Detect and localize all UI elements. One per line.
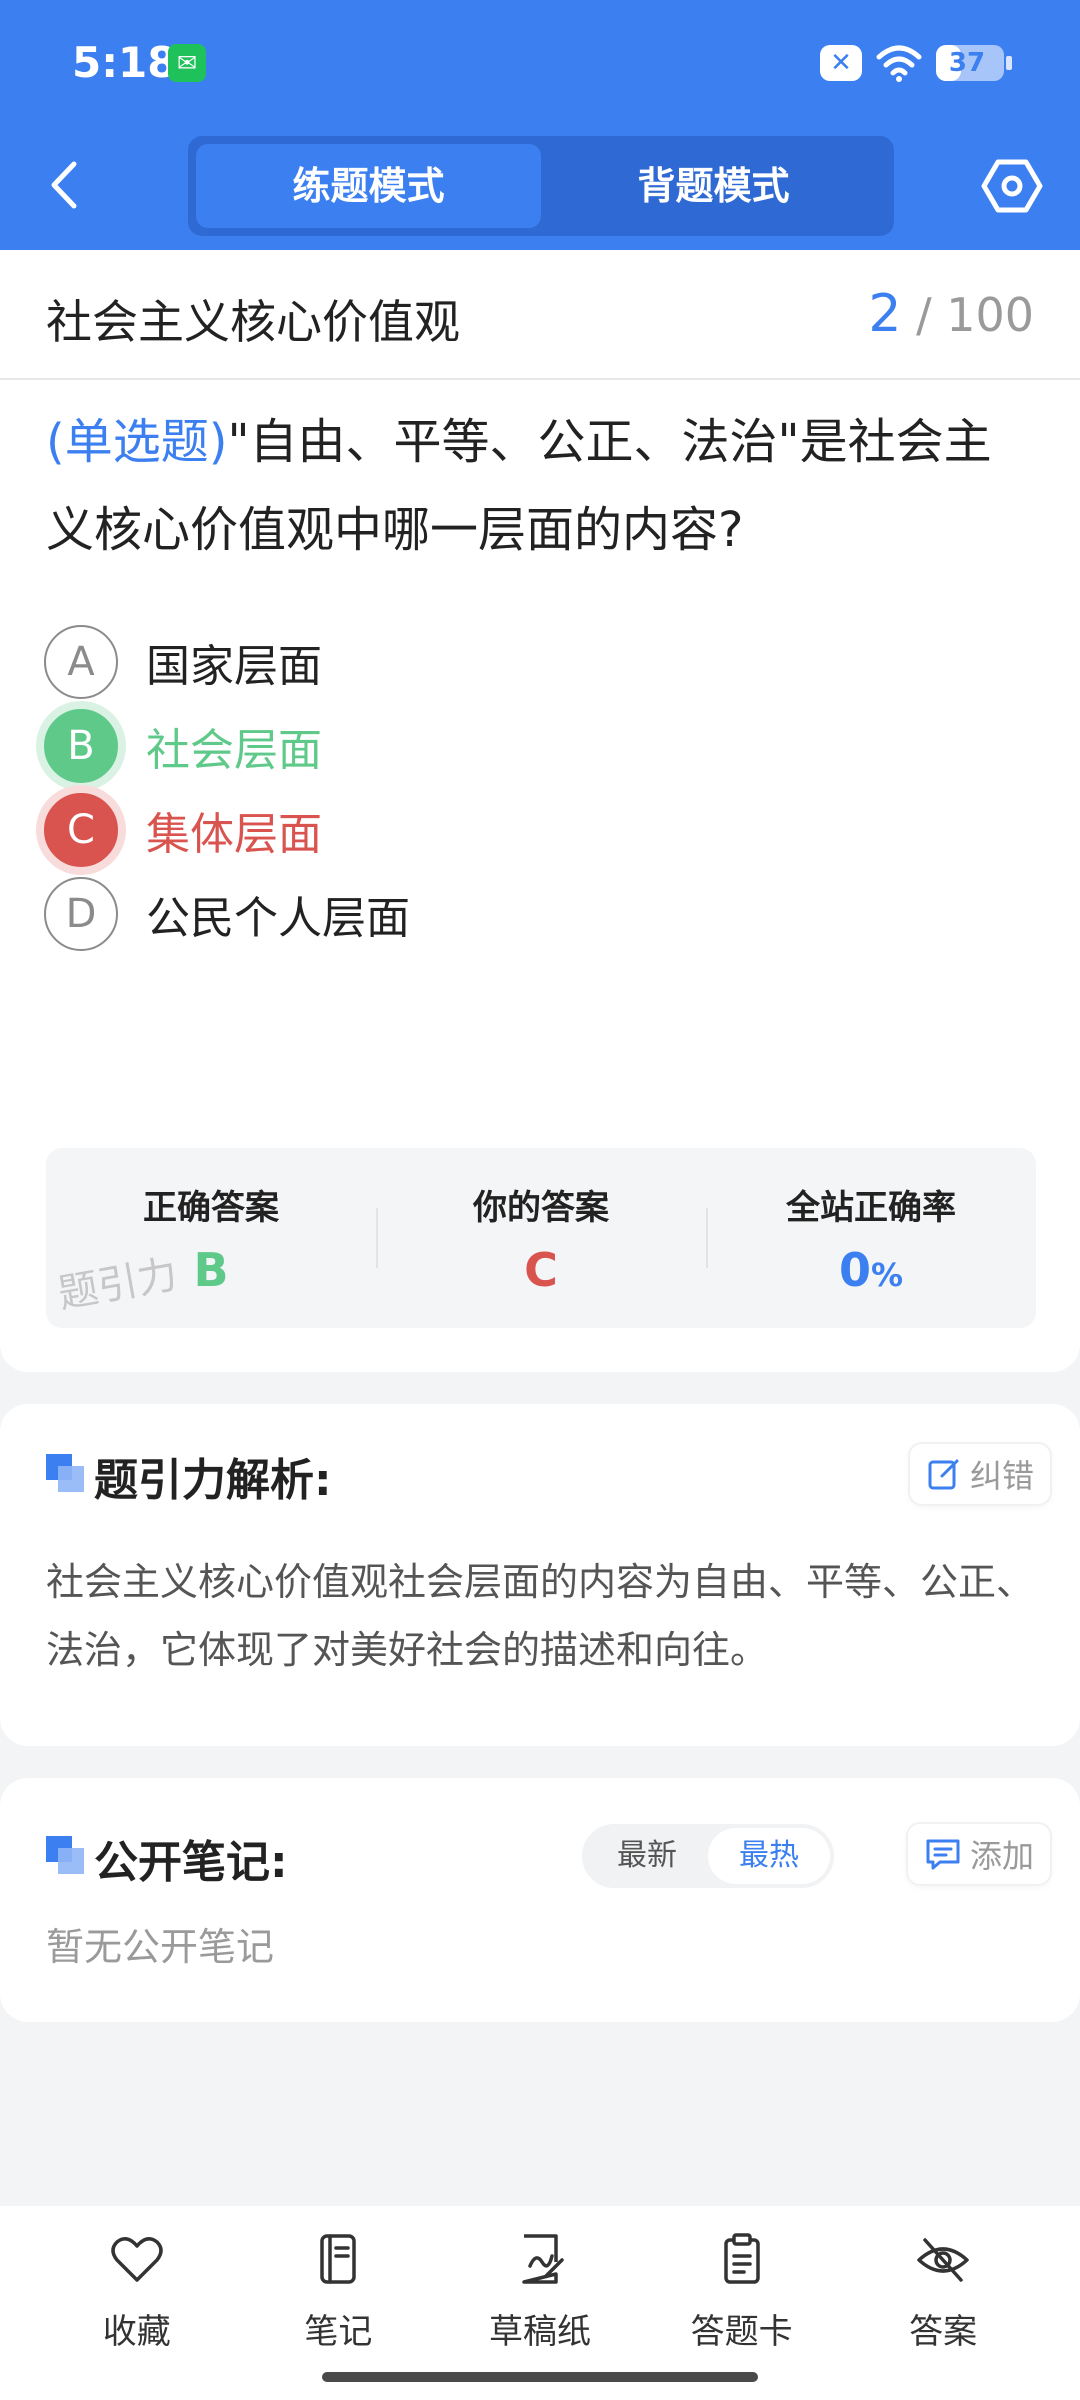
total-questions: / 100 — [916, 288, 1034, 342]
comment-icon — [926, 1839, 960, 1870]
nav-label: 草稿纸 — [488, 2312, 591, 2352]
wechat-notification-icon: ✉ — [168, 44, 206, 82]
nav-answer[interactable]: 答案 — [842, 2206, 1044, 2400]
chapter-title: 社会主义核心价值观 — [46, 295, 460, 349]
answer-sheet-icon — [723, 2233, 760, 2284]
analysis-title: 题引力解析: — [94, 1455, 332, 1506]
accuracy-number: 0 — [838, 1243, 871, 1297]
report-error-label: 纠错 — [969, 1457, 1034, 1495]
draft-paper-icon — [522, 2234, 564, 2284]
answer-stats: 正确答案 B 你的答案 C 全站正确率 0% — [46, 1148, 1036, 1328]
sort-newest[interactable]: 最新 — [586, 1828, 708, 1884]
add-note-label: 添加 — [969, 1837, 1034, 1875]
battery-icon: 37 — [936, 45, 1012, 81]
option-a[interactable]: A 国家层面 — [44, 622, 944, 702]
section-squares-icon — [46, 1836, 84, 1874]
stat-label: 你的答案 — [473, 1188, 609, 1228]
battery-level: 37 — [948, 48, 986, 78]
accuracy-unit: % — [870, 1256, 904, 1294]
notes-title: 公开笔记: — [94, 1837, 288, 1888]
nav-label: 收藏 — [102, 2312, 171, 2352]
back-chevron-icon[interactable] — [40, 150, 90, 220]
option-b[interactable]: B 社会层面 — [44, 706, 944, 786]
wifi-icon — [876, 45, 922, 82]
status-bar: 5:18 ✉ ✕ 37 — [0, 0, 1080, 125]
question-stem: (单选题)"自由、平等、公正、法治"是社会主义核心价值观中哪一层面的内容? — [46, 398, 1036, 574]
status-icons: ✕ 37 — [820, 40, 1012, 86]
nav-label: 笔记 — [304, 2312, 373, 2352]
analysis-text: 社会主义核心价值观社会层面的内容为自由、平等、公正、法治，它体现了对美好社会的描… — [46, 1560, 1035, 1672]
bottom-nav: 收藏 笔记 草稿纸 答题卡 答案 — [0, 2206, 1080, 2400]
notification-x-icon: ✕ — [820, 45, 862, 81]
option-text: 集体层面 — [146, 809, 322, 860]
stat-site-accuracy: 全站正确率 0% — [706, 1148, 1036, 1328]
analysis-card: 题引力解析: 纠错 社会主义核心价值观社会层面的内容为自由、平等、公正、法治，它… — [0, 1404, 1080, 1746]
nav-draft-paper[interactable]: 草稿纸 — [439, 2206, 641, 2400]
question-header: 社会主义核心价值观 2 / 100 — [0, 250, 1080, 380]
edit-icon — [928, 1459, 959, 1490]
notes-sort-toggle: 最新 最热 — [582, 1824, 834, 1888]
nav-favorite[interactable]: 收藏 — [36, 2206, 238, 2400]
option-text: 公民个人层面 — [146, 893, 410, 944]
add-note-button[interactable]: 添加 — [907, 1824, 1050, 1884]
question-card: 社会主义核心价值观 2 / 100 (单选题)"自由、平等、公正、法治"是社会主… — [0, 250, 1080, 1372]
section-squares-icon — [46, 1454, 84, 1492]
stat-label: 正确答案 — [143, 1188, 279, 1228]
current-question-number: 2 — [868, 284, 902, 344]
nav-label: 答案 — [909, 2312, 978, 2352]
nav-label: 答题卡 — [690, 2312, 793, 2352]
heart-icon — [111, 2237, 163, 2282]
settings-hexagon-icon[interactable] — [980, 154, 1044, 218]
option-text: 国家层面 — [146, 641, 322, 692]
notes-card: 公开笔记: 最新 最热 添加 暂无公开笔记 — [0, 1778, 1080, 2022]
report-error-button[interactable]: 纠错 — [909, 1444, 1050, 1504]
option-letter: D — [44, 877, 118, 951]
home-indicator[interactable] — [322, 2372, 758, 2382]
nav-answer-sheet[interactable]: 答题卡 — [641, 2206, 843, 2400]
header: 5:18 ✉ ✕ 37 练题模式 背题模式 — [0, 0, 1080, 250]
option-text: 社会层面 — [146, 725, 322, 776]
site-accuracy-value: 0% — [706, 1243, 1036, 1297]
stat-label: 全站正确率 — [786, 1188, 956, 1228]
question-progress: 2 / 100 — [868, 284, 1034, 344]
tab-practice-mode[interactable]: 练题模式 — [196, 144, 541, 228]
question-type: (单选题) — [46, 414, 228, 470]
tab-memorize-mode[interactable]: 背题模式 — [541, 144, 886, 228]
notebook-icon — [320, 2234, 357, 2284]
option-letter: A — [44, 625, 118, 699]
status-time: 5:18 — [72, 38, 177, 87]
option-letter: C — [44, 793, 118, 867]
sort-hottest[interactable]: 最热 — [708, 1828, 830, 1884]
option-c[interactable]: C 集体层面 — [44, 790, 944, 870]
mode-switch: 练题模式 背题模式 — [188, 136, 894, 236]
notes-empty-text: 暂无公开笔记 — [46, 1925, 275, 1969]
option-letter: B — [44, 709, 118, 783]
nav-notes[interactable]: 笔记 — [238, 2206, 440, 2400]
eye-off-icon — [917, 2238, 969, 2282]
your-answer-value: C — [524, 1243, 558, 1297]
option-d[interactable]: D 公民个人层面 — [44, 874, 944, 954]
stat-your-answer: 你的答案 C — [376, 1148, 706, 1328]
